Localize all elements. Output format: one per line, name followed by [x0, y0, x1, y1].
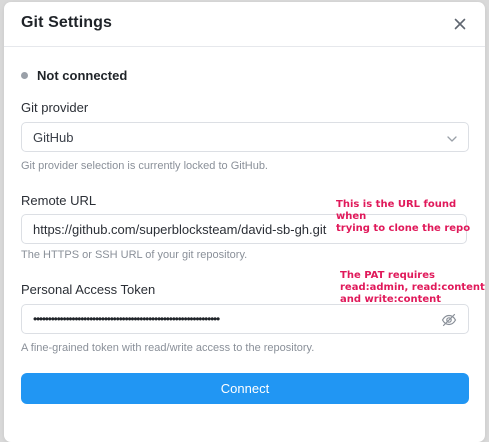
- token-masked-value: ••••••••••••••••••••••••••••••••••••••••…: [33, 314, 220, 324]
- token-input[interactable]: ••••••••••••••••••••••••••••••••••••••••…: [21, 304, 469, 334]
- token-help: A fine-grained token with read/write acc…: [21, 342, 315, 354]
- remote-url-label: Remote URL: [21, 193, 97, 208]
- status-dot: [21, 71, 28, 79]
- git-provider-select[interactable]: GitHub: [21, 122, 469, 152]
- pat-annotation: The PAT requires read:admin, read:conten…: [340, 270, 485, 305]
- eye-off-icon[interactable]: [441, 312, 457, 328]
- token-label: Personal Access Token: [21, 282, 156, 297]
- remote-url-help: The HTTPS or SSH URL of your git reposit…: [21, 249, 248, 261]
- close-icon[interactable]: [450, 14, 470, 34]
- url-annotation: This is the URL found when trying to clo…: [336, 199, 471, 234]
- dialog-header: Git Settings: [4, 2, 485, 47]
- chevron-down-icon: [446, 132, 458, 144]
- git-provider-help: Git provider selection is currently lock…: [21, 160, 268, 172]
- status-text: Not connected: [37, 67, 128, 83]
- git-provider-label: Git provider: [21, 100, 89, 115]
- git-provider-value: GitHub: [33, 130, 74, 145]
- remote-url-value: https://github.com/superblocksteam/david…: [33, 222, 327, 237]
- connect-button[interactable]: Connect: [21, 373, 469, 404]
- git-settings-dialog: Git Settings Not connected Git provider …: [4, 2, 485, 442]
- connection-status: Not connected: [21, 66, 127, 84]
- dialog-title: Git Settings: [21, 14, 112, 31]
